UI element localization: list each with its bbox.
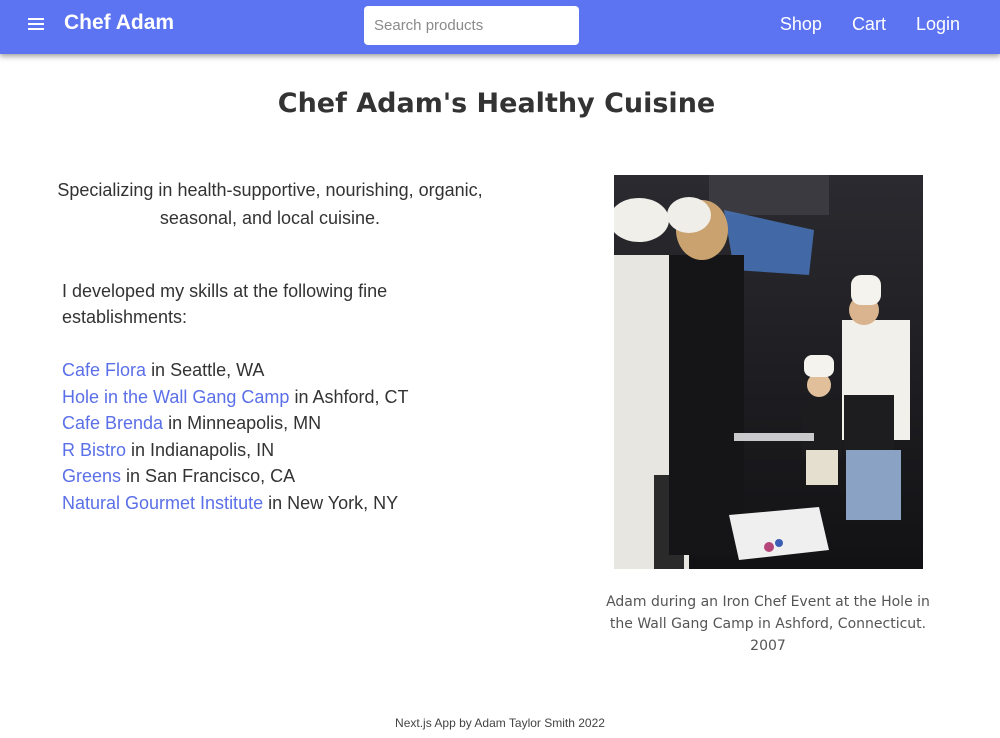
brand-title[interactable]: Chef Adam: [64, 11, 174, 35]
list-item: Natural Gourmet Institute in New York, N…: [62, 490, 409, 517]
establishment-link[interactable]: Natural Gourmet Institute: [62, 493, 263, 513]
tagline: Specializing in health-supportive, nouri…: [57, 180, 483, 228]
intro-text: I developed my skills at the following f…: [62, 281, 388, 327]
establishment-link[interactable]: R Bistro: [62, 440, 126, 460]
establishment-location: in Minneapolis, MN: [168, 413, 322, 433]
establishment-link[interactable]: Cafe Flora: [62, 360, 146, 380]
nav-login-link[interactable]: Login: [916, 14, 960, 35]
establishments-list: Cafe Flora in Seattle, WA Hole in the Wa…: [62, 357, 409, 516]
app-bar: Chef Adam Shop Cart Login: [0, 0, 1000, 54]
main-nav: Shop Cart Login: [750, 14, 960, 35]
footer-text: Next.js App by Adam Taylor Smith 2022: [395, 716, 605, 730]
establishment-link[interactable]: Greens: [62, 466, 121, 486]
establishment-location: in Indianapolis, IN: [131, 439, 275, 460]
photo-caption: Adam during an Iron Chef Event at the Ho…: [606, 594, 930, 654]
list-item: R Bistro in Indianapolis, IN: [62, 437, 409, 464]
establishment-location: in San Francisco, CA: [126, 466, 296, 486]
nav-cart-link[interactable]: Cart: [852, 14, 886, 35]
establishment-location: in Seattle, WA: [151, 360, 265, 380]
list-item: Hole in the Wall Gang Camp in Ashford, C…: [62, 384, 409, 411]
search-input[interactable]: [364, 6, 579, 45]
list-item: Cafe Flora in Seattle, WA: [62, 357, 409, 384]
establishment-link[interactable]: Hole in the Wall Gang Camp: [62, 387, 289, 407]
chef-event-photo: [614, 175, 923, 569]
menu-icon[interactable]: [28, 13, 50, 35]
search-box: [364, 6, 579, 45]
nav-shop-link[interactable]: Shop: [780, 14, 822, 35]
photo-illustration: [614, 175, 923, 569]
establishment-location: in Ashford, CT: [294, 386, 409, 407]
list-item: Cafe Brenda in Minneapolis, MN: [62, 410, 409, 437]
list-item: Greens in San Francisco, CA: [62, 463, 409, 490]
page-title: Chef Adam's Healthy Cuisine: [277, 88, 716, 119]
establishment-link[interactable]: Cafe Brenda: [62, 413, 163, 433]
establishment-location: in New York, NY: [268, 492, 399, 513]
